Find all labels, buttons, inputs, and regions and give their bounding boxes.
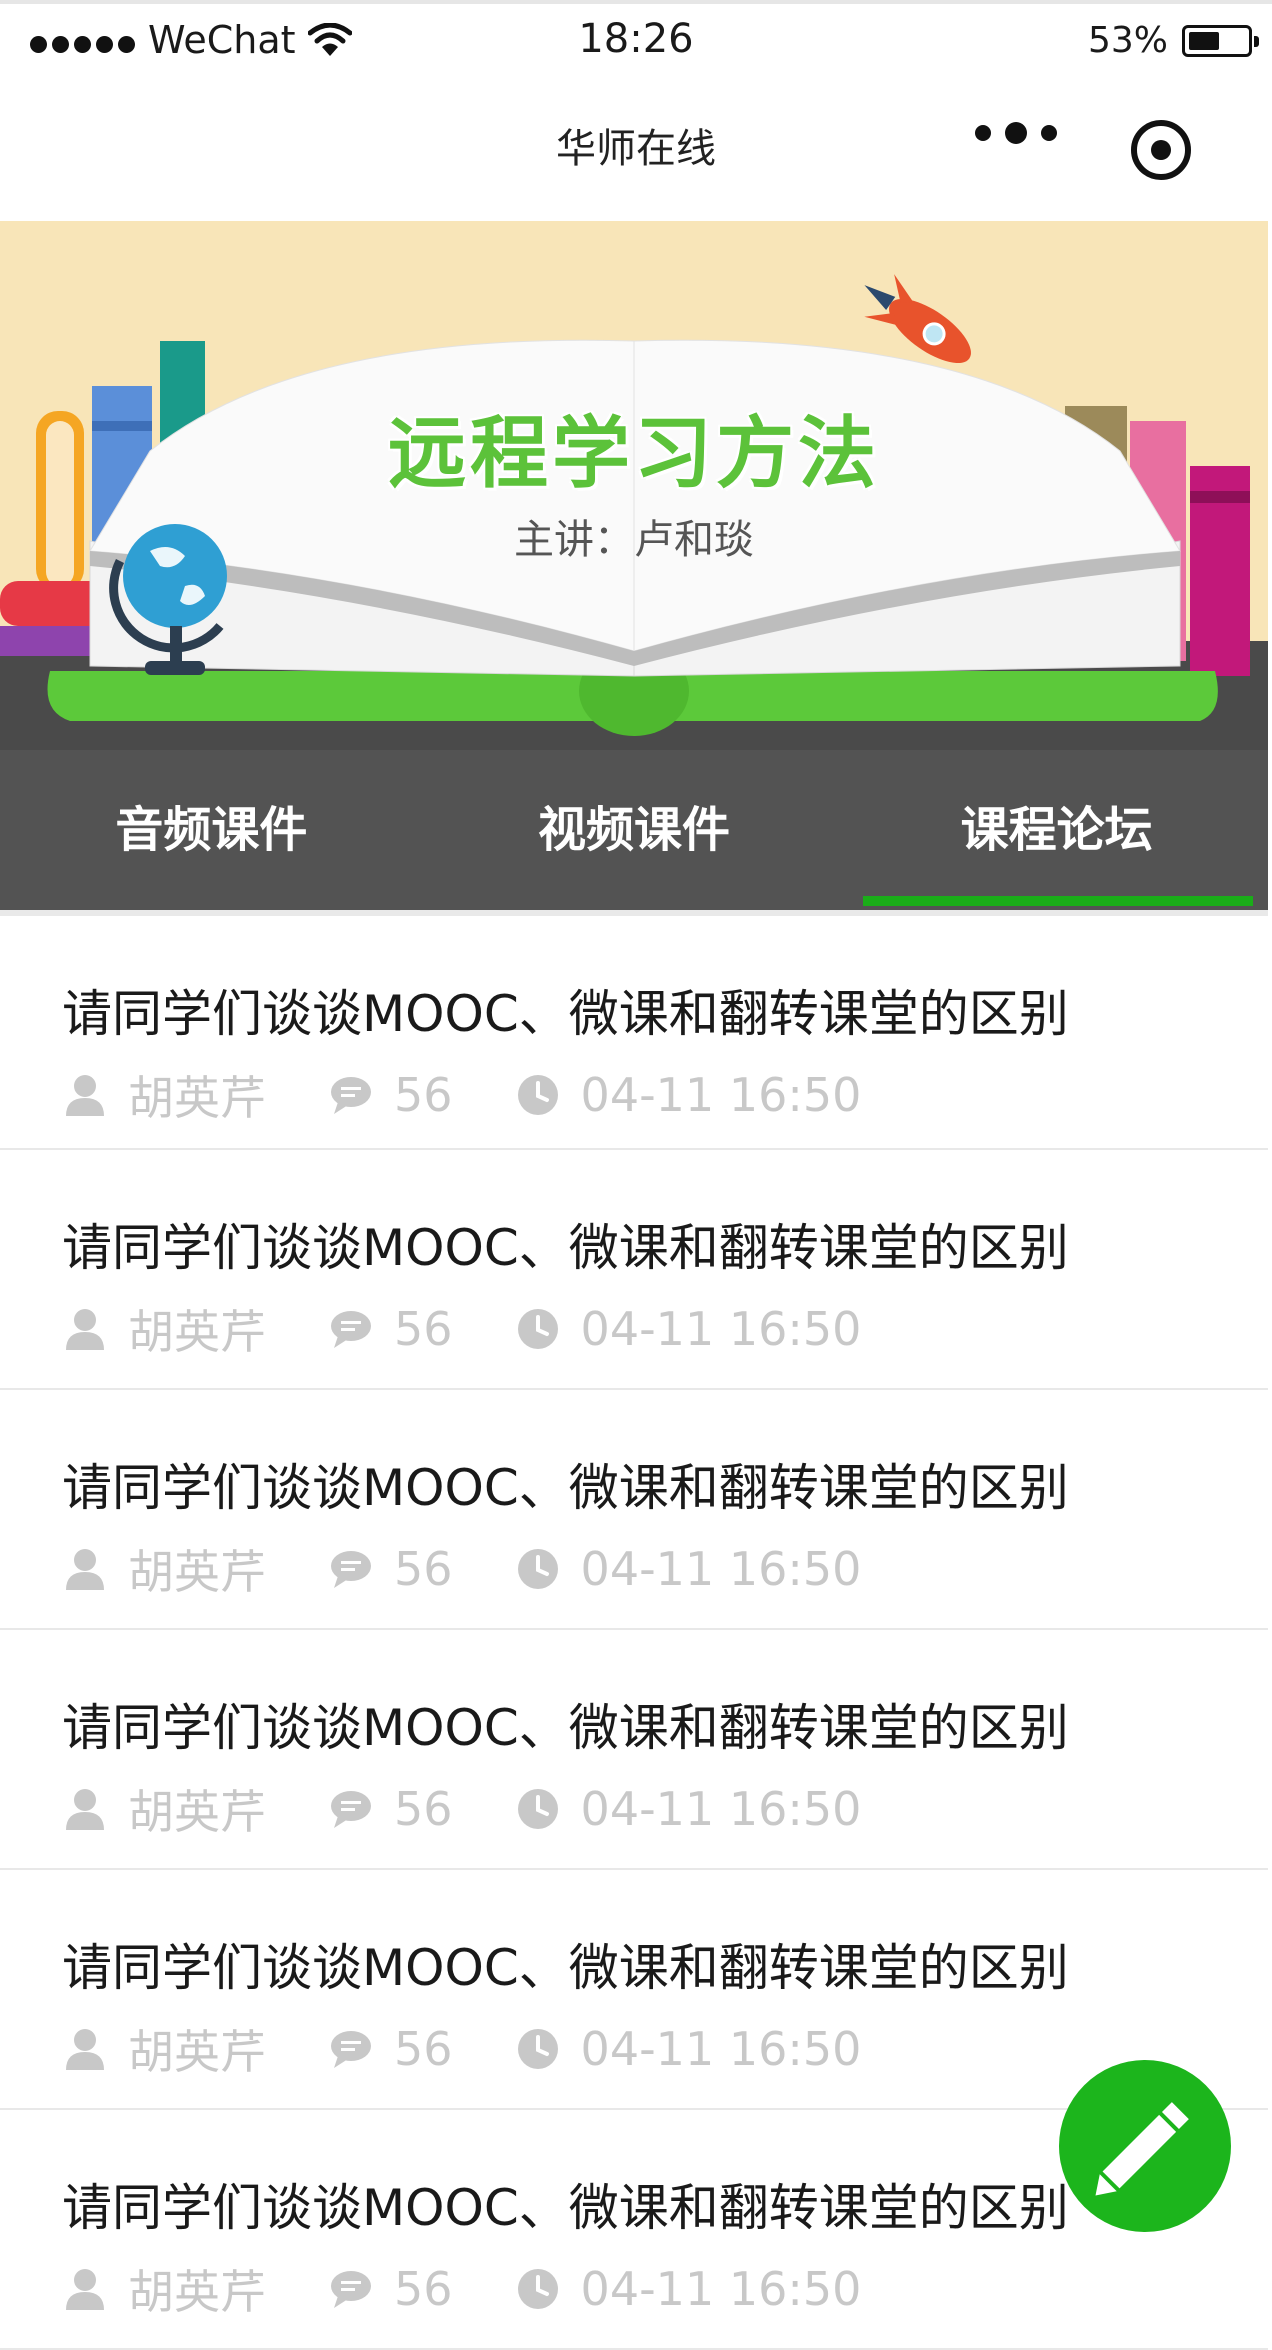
course-banner: 远程学习方法 主讲：卢和琰 — [0, 221, 1268, 750]
new-post-button[interactable] — [1059, 2060, 1231, 2232]
post-author: 胡英芹 — [128, 1071, 266, 1125]
clock-icon — [517, 1789, 558, 1829]
post-title: 请同学们谈谈MOOC、微课和翻转课堂的区别 — [62, 1699, 1069, 1757]
more-dot-icon — [1041, 125, 1057, 141]
post-title: 请同学们谈谈MOOC、微课和翻转课堂的区别 — [62, 1219, 1069, 1277]
post-time: 04-11 16:50 — [580, 1302, 862, 1356]
post-author: 胡英芹 — [128, 1785, 266, 1839]
post-title: 请同学们谈谈MOOC、微课和翻转课堂的区别 — [62, 1939, 1069, 1997]
post-comment-count: 56 — [394, 1302, 453, 1356]
post-title: 请同学们谈谈MOOC、微课和翻转课堂的区别 — [62, 985, 1069, 1043]
tab-video-courseware[interactable]: 视频课件 — [423, 750, 846, 910]
comment-bubble-icon — [331, 1077, 371, 1114]
post-meta: 胡英芹 56 04-11 16:50 — [62, 1296, 861, 1362]
more-dot-icon — [1005, 122, 1027, 144]
person-icon — [66, 1309, 104, 1350]
post-meta: 胡英芹 56 04-11 16:50 — [62, 2256, 861, 2322]
forum-post-item[interactable]: 请同学们谈谈MOOC、微课和翻转课堂的区别胡英芹 56 04-11 16:50 — [0, 1390, 1268, 1630]
post-time: 04-11 16:50 — [580, 2262, 862, 2316]
person-icon — [66, 1789, 104, 1830]
post-author: 胡英芹 — [128, 2265, 266, 2319]
banner-subtitle: 主讲：卢和琰 — [514, 517, 754, 563]
person-icon — [66, 1075, 104, 1116]
clock-icon — [517, 2029, 558, 2069]
comment-bubble-icon — [331, 1551, 371, 1588]
post-comment-count: 56 — [394, 1782, 453, 1836]
status-time: 18:26 — [578, 16, 694, 62]
post-author: 胡英芹 — [128, 1305, 266, 1359]
post-meta: 胡英芹 56 04-11 16:50 — [62, 2016, 861, 2082]
close-miniprogram-button[interactable] — [1131, 120, 1191, 180]
status-right: 53% — [1087, 20, 1259, 61]
forum-post-item[interactable]: 请同学们谈谈MOOC、微课和翻转课堂的区别胡英芹 56 04-11 16:50 — [0, 1150, 1268, 1390]
post-time: 04-11 16:50 — [580, 1068, 862, 1122]
post-comment-count: 56 — [394, 2022, 453, 2076]
comment-bubble-icon — [331, 2271, 371, 2308]
pencil-icon — [1095, 2102, 1189, 2196]
course-tabs: 音频课件 视频课件 课程论坛 — [0, 750, 1268, 910]
clock-icon — [517, 1075, 558, 1115]
comment-bubble-icon — [331, 1791, 371, 1828]
person-icon — [66, 1549, 104, 1590]
battery-icon — [1182, 24, 1259, 57]
post-meta: 胡英芹 56 04-11 16:50 — [62, 1776, 861, 1842]
forum-post-item[interactable]: 请同学们谈谈MOOC、微课和翻转课堂的区别胡英芹 56 04-11 16:50 — [0, 1630, 1268, 1870]
battery-fill — [1189, 31, 1219, 50]
post-author: 胡英芹 — [128, 1545, 266, 1599]
tab-audio-courseware[interactable]: 音频课件 — [0, 750, 423, 910]
banner-title: 远程学习方法 — [387, 409, 880, 499]
clock-icon — [517, 2269, 558, 2309]
post-title: 请同学们谈谈MOOC、微课和翻转课堂的区别 — [62, 1459, 1069, 1517]
battery-percent: 53% — [1087, 20, 1168, 61]
more-options-button[interactable] — [975, 118, 1057, 148]
post-meta: 胡英芹 56 04-11 16:50 — [62, 1536, 861, 1602]
clock-icon — [517, 1549, 558, 1589]
post-comment-count: 56 — [394, 1068, 453, 1122]
more-dot-icon — [975, 125, 991, 141]
person-icon — [66, 2269, 104, 2310]
nav-bar: 华师在线 — [0, 76, 1272, 221]
post-time: 04-11 16:50 — [580, 1782, 862, 1836]
post-author: 胡英芹 — [128, 2025, 266, 2079]
post-time: 04-11 16:50 — [580, 2022, 862, 2076]
person-icon — [66, 2029, 104, 2070]
comment-bubble-icon — [331, 2031, 371, 2068]
post-comment-count: 56 — [394, 2262, 453, 2316]
forum-post-item[interactable]: 请同学们谈谈MOOC、微课和翻转课堂的区别胡英芹 56 04-11 16:50 — [0, 910, 1268, 1150]
status-bar: WeChat 18:26 53% — [0, 0, 1272, 76]
post-title: 请同学们谈谈MOOC、微课和翻转课堂的区别 — [62, 2179, 1069, 2237]
post-comment-count: 56 — [394, 1542, 453, 1596]
post-time: 04-11 16:50 — [580, 1542, 862, 1596]
tab-course-forum[interactable]: 课程论坛 — [845, 750, 1268, 910]
clock-icon — [517, 1309, 558, 1349]
page-title: 华师在线 — [556, 126, 716, 172]
post-meta: 胡英芹 56 04-11 16:50 — [62, 1062, 861, 1128]
comment-bubble-icon — [331, 1311, 371, 1348]
